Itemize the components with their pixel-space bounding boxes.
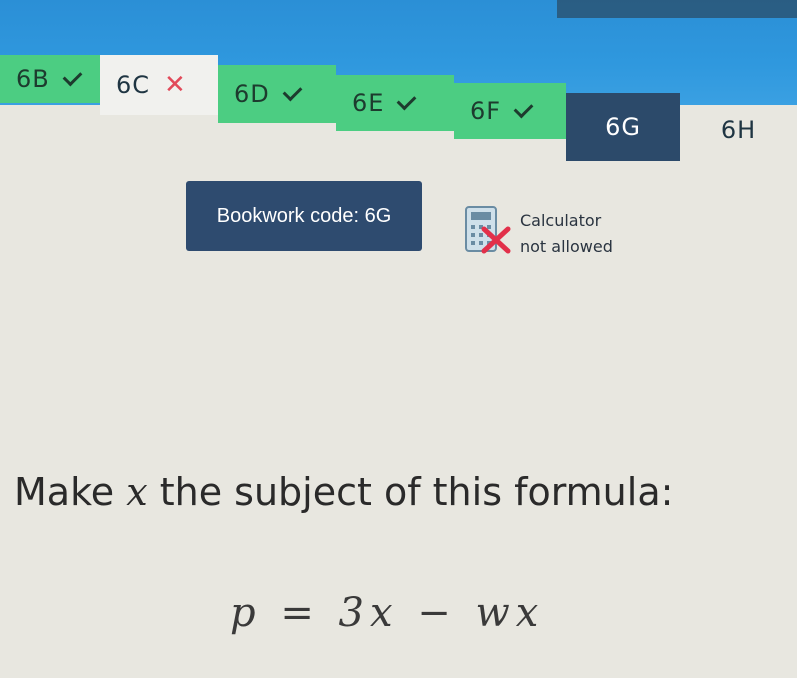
calculator-note: Calculator not allowed — [520, 208, 613, 260]
tab-label: 6H — [720, 116, 757, 144]
tab-6f[interactable]: 6F — [454, 83, 566, 139]
tab-label: 6B — [16, 65, 50, 93]
tab-6c[interactable]: 6C ✕ — [100, 55, 218, 115]
check-icon — [62, 66, 83, 86]
question-variable: x — [126, 470, 148, 514]
cross-icon: ✕ — [164, 70, 187, 100]
bookwork-code-badge: Bookwork code: 6G — [186, 181, 422, 251]
bookwork-code-label: Bookwork code: 6G — [216, 204, 392, 227]
tab-label: 6D — [234, 80, 270, 108]
tab-label: 6E — [352, 89, 385, 117]
calculator-label: Calculator — [520, 211, 602, 230]
formula: p = 3x − wx — [230, 590, 545, 636]
question-text: Make x the subject of this formula: — [14, 470, 673, 514]
tab-label: 6F — [470, 97, 502, 125]
check-icon — [282, 81, 303, 101]
check-icon — [397, 90, 417, 110]
question-suffix: the subject of this formula: — [147, 470, 674, 514]
question-prefix: Make — [14, 470, 127, 514]
tab-6g[interactable]: 6G — [566, 93, 680, 161]
task-tabs: 6B 6C ✕ 6D 6E 6F 6G 6H — [0, 0, 797, 170]
tab-label: 6G — [605, 113, 641, 141]
tab-6d[interactable]: 6D — [218, 65, 336, 123]
calculator-status: not allowed — [520, 237, 613, 256]
check-icon — [513, 98, 534, 118]
tab-6b[interactable]: 6B — [0, 55, 100, 103]
calculator-crossed-icon — [462, 205, 514, 257]
tab-label: 6C — [116, 71, 151, 99]
tab-6e[interactable]: 6E — [336, 75, 454, 131]
tab-6h[interactable]: 6H — [680, 102, 797, 158]
